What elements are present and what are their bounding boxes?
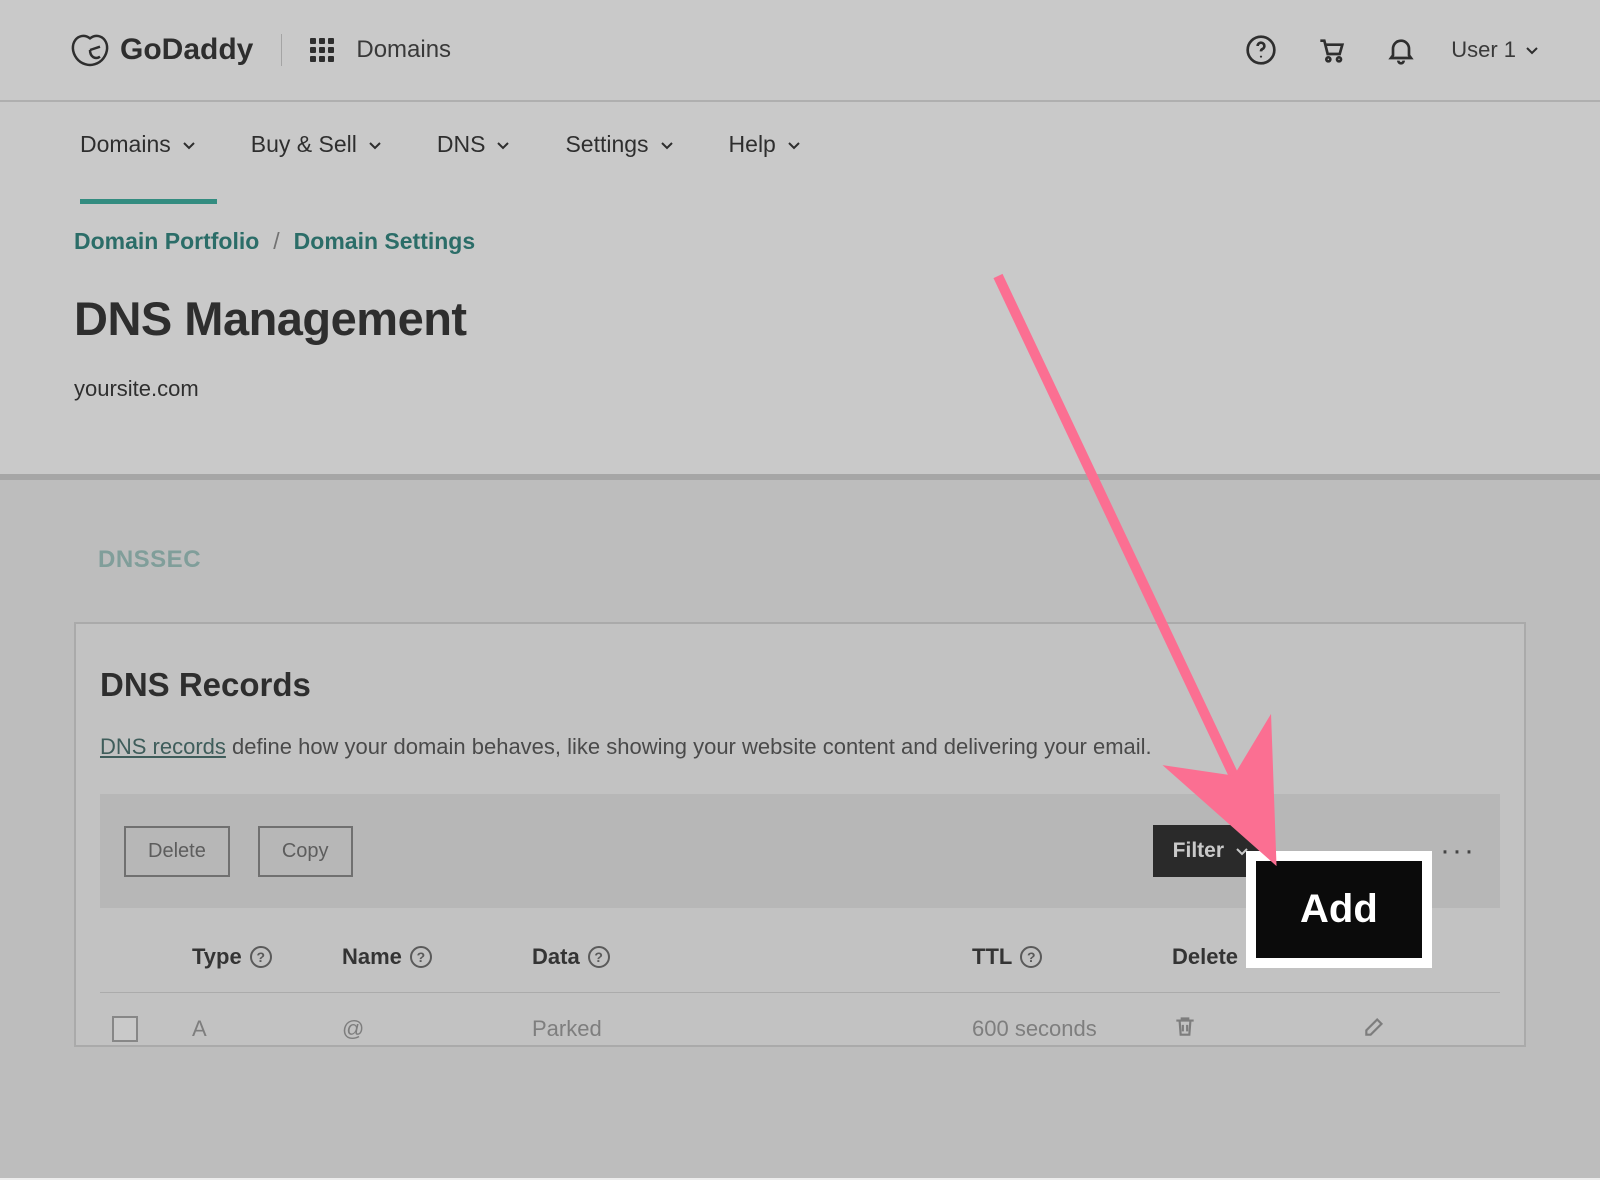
chevron-down-icon <box>659 137 675 153</box>
row-checkbox[interactable] <box>112 1016 138 1042</box>
help-icon[interactable]: ? <box>1020 946 1042 968</box>
nav-buy-sell[interactable]: Buy & Sell <box>251 103 383 186</box>
cell-type: A <box>192 1016 342 1042</box>
godaddy-logo-icon <box>70 32 110 68</box>
table-row: A @ Parked 600 seconds <box>100 993 1500 1045</box>
primary-nav: Domains Buy & Sell DNS Settings Help <box>0 102 1600 188</box>
help-icon[interactable]: ? <box>250 946 272 968</box>
panel-desc-text: define how your domain behaves, like sho… <box>226 734 1152 759</box>
copy-button[interactable]: Copy <box>258 826 353 877</box>
row-delete-icon[interactable] <box>1172 1013 1362 1045</box>
delete-button[interactable]: Delete <box>124 826 230 877</box>
top-bar: GoDaddy Domains User 1 <box>0 0 1600 102</box>
chevron-down-icon <box>786 137 802 153</box>
user-label: User 1 <box>1451 37 1516 63</box>
row-edit-icon[interactable] <box>1362 1013 1502 1045</box>
panel-description: DNS records define how your domain behav… <box>100 734 1500 760</box>
brand-logo[interactable]: GoDaddy <box>70 32 253 68</box>
user-menu[interactable]: User 1 <box>1451 37 1540 63</box>
col-type: Type? <box>192 944 342 970</box>
tab-dnssec[interactable]: DNSSEC <box>74 538 1526 582</box>
chevron-down-icon <box>1524 42 1540 58</box>
domain-name: yoursite.com <box>74 376 1526 402</box>
bell-icon[interactable] <box>1381 30 1421 70</box>
content-area: DNSSEC DNS Records DNS records define ho… <box>0 480 1600 1180</box>
breadcrumb: Domain Portfolio / Domain Settings <box>74 228 1526 255</box>
section-title: Domains <box>356 36 451 64</box>
help-icon[interactable] <box>1241 30 1281 70</box>
breadcrumb-settings[interactable]: Domain Settings <box>294 228 475 255</box>
nav-settings[interactable]: Settings <box>565 103 674 186</box>
cell-data: Parked <box>532 1016 972 1042</box>
page-header: Domain Portfolio / Domain Settings DNS M… <box>0 188 1600 480</box>
chevron-down-icon <box>181 137 197 153</box>
separator <box>281 34 282 66</box>
dns-records-panel: DNS Records DNS records define how your … <box>74 622 1526 1047</box>
more-menu-icon[interactable]: ··· <box>1440 834 1476 868</box>
help-icon[interactable]: ? <box>410 946 432 968</box>
page-title: DNS Management <box>74 291 1526 346</box>
col-ttl: TTL? <box>972 944 1172 970</box>
col-data: Data? <box>532 944 972 970</box>
cell-name: @ <box>342 1016 532 1042</box>
help-icon[interactable]: ? <box>588 946 610 968</box>
panel-title: DNS Records <box>100 666 1500 704</box>
col-name: Name? <box>342 944 532 970</box>
breadcrumb-separator: / <box>273 228 279 255</box>
nav-dns[interactable]: DNS <box>437 103 512 186</box>
add-highlight: Add <box>1248 853 1430 966</box>
brand-name: GoDaddy <box>120 33 253 67</box>
cart-icon[interactable] <box>1311 30 1351 70</box>
breadcrumb-portfolio[interactable]: Domain Portfolio <box>74 228 259 255</box>
nav-help[interactable]: Help <box>729 103 802 186</box>
chevron-down-icon <box>367 137 383 153</box>
add-button[interactable]: Add <box>1256 861 1422 958</box>
cell-ttl: 600 seconds <box>972 1016 1172 1042</box>
nav-domains[interactable]: Domains <box>80 103 197 186</box>
apps-grid-icon[interactable] <box>310 38 334 62</box>
dns-records-link[interactable]: DNS records <box>100 734 226 759</box>
chevron-down-icon <box>495 137 511 153</box>
